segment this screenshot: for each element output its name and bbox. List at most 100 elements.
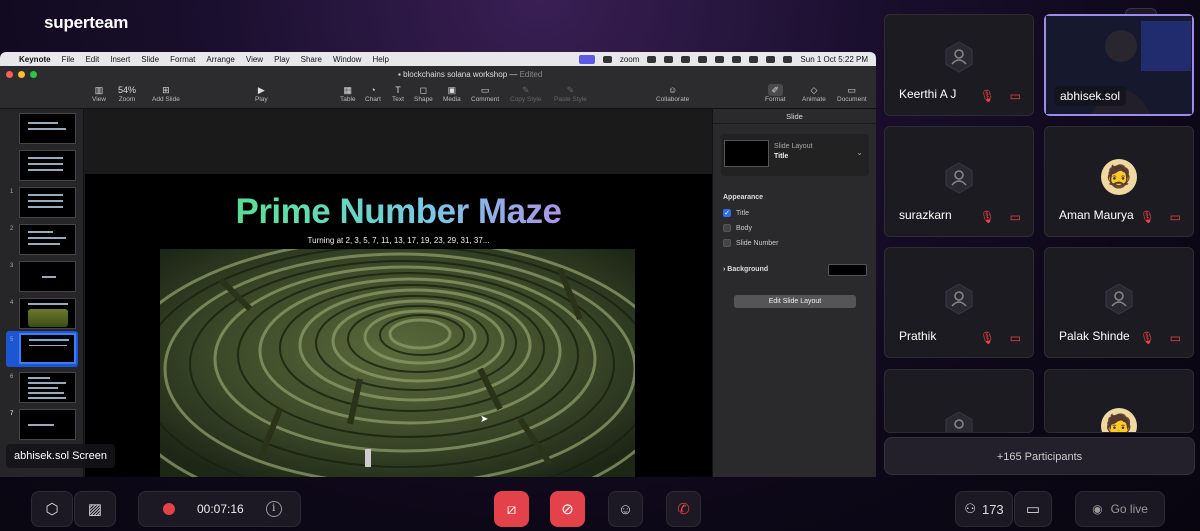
status-icon[interactable] [602, 55, 612, 63]
menu-help[interactable]: Help [372, 55, 388, 64]
slide-thumbnail-9[interactable] [19, 409, 76, 440]
participant-tile[interactable]: 🧑 [1044, 369, 1194, 433]
more-participants-button[interactable]: +165 Participants [884, 437, 1195, 475]
battery-icon[interactable] [732, 55, 742, 63]
add-slide-label: Add Slide [152, 96, 180, 103]
menu-edit[interactable]: Edit [85, 55, 99, 64]
copy-style-button[interactable]: ✎ Copy Style [510, 84, 541, 103]
menu-format[interactable]: Format [170, 55, 195, 64]
menu-app-name[interactable]: Keynote [19, 55, 51, 64]
media-button[interactable]: ▣ Media [443, 84, 461, 103]
fullscreen-window-button[interactable] [30, 71, 37, 78]
shape-button[interactable]: ◻ Shape [414, 84, 433, 103]
slide-thumbnail-6[interactable] [19, 298, 76, 329]
menu-arrange[interactable]: Arrange [206, 55, 234, 64]
paste-style-label: Paste Style [554, 96, 587, 103]
status-icon[interactable] [647, 55, 657, 63]
view-button[interactable]: ▥ View [92, 84, 106, 103]
control-center-icon[interactable] [783, 55, 793, 63]
participants-count-button[interactable]: ⚇ 173 [955, 491, 1013, 527]
moon-icon[interactable] [698, 55, 708, 63]
participant-tile[interactable]: surazkarn 🎙 ▭ [884, 126, 1034, 237]
maze-illustration [160, 249, 635, 477]
emoji-avatar: 🧔 [1101, 159, 1137, 195]
info-icon[interactable]: i [265, 501, 282, 517]
participant-tile[interactable] [884, 369, 1034, 433]
current-slide[interactable]: Prime Number Maze Turning at 2, 3, 5, 7,… [85, 174, 712, 477]
table-button[interactable]: ▦ Table [340, 84, 356, 103]
headphones-icon[interactable] [715, 55, 725, 63]
slide-subtitle[interactable]: Turning at 2, 3, 5, 7, 11, 13, 17, 19, 2… [85, 236, 712, 245]
leave-call-button[interactable]: ✆ [666, 491, 701, 527]
participant-tile[interactable]: Palak Shinde 🎙 ▭ [1044, 247, 1194, 358]
emoji-avatar: 🧑 [1101, 408, 1137, 432]
record-dot-icon[interactable] [163, 503, 175, 515]
play-button[interactable]: ▶ Play [255, 84, 268, 103]
participant-tile[interactable]: 🧔 Aman Maurya 🎙 ▭ [1044, 126, 1194, 237]
wifi-icon[interactable] [749, 55, 759, 63]
reactions-button[interactable]: ☺ [608, 491, 643, 527]
image-button[interactable]: ▨ [74, 491, 116, 527]
slide-thumbnail-4[interactable] [19, 224, 76, 255]
slide-thumbnail-2[interactable] [19, 150, 76, 181]
camera-off-icon: ▭ [1169, 331, 1181, 345]
edit-slide-layout-button[interactable]: Edit Slide Layout [734, 295, 856, 308]
layout-toggle-button[interactable]: ⬡ [31, 491, 73, 527]
paste-style-button[interactable]: ✎ Paste Style [554, 84, 587, 103]
zoom-button[interactable]: 54% Zoom [118, 84, 136, 103]
maze-image[interactable] [160, 249, 635, 477]
search-icon[interactable] [766, 55, 776, 63]
background-color-well[interactable] [828, 264, 867, 276]
animate-button[interactable]: ◇ Animate [802, 84, 826, 103]
go-live-button[interactable]: ◉ Go live [1075, 491, 1165, 527]
participant-tile[interactable]: Keerthi A J 🎙 ▭ [884, 14, 1034, 116]
slide-canvas[interactable]: Prime Number Maze Turning at 2, 3, 5, 7,… [85, 109, 712, 477]
status-icon[interactable] [664, 55, 674, 63]
status-icon[interactable] [681, 55, 691, 63]
close-window-button[interactable] [6, 71, 13, 78]
slide-title[interactable]: Prime Number Maze [85, 192, 712, 232]
camera-toggle-button[interactable]: ⧄ [494, 491, 529, 527]
participant-tile[interactable]: Prathik 🎙 ▭ [884, 247, 1034, 358]
document-button[interactable]: ▭ Document [837, 84, 867, 103]
zoom-status-item[interactable]: zoom [620, 55, 640, 64]
copy-style-label: Copy Style [510, 96, 542, 103]
minimize-window-button[interactable] [18, 71, 25, 78]
menu-play[interactable]: Play [274, 55, 290, 64]
chart-button[interactable]: ◔ Chart [365, 84, 381, 103]
slide-thumbnail-5[interactable] [19, 261, 76, 292]
slide-number-checkbox[interactable]: Slide Number [723, 239, 778, 247]
menu-view[interactable]: View [246, 55, 263, 64]
slide-thumbnail-1[interactable] [19, 113, 76, 144]
menu-window[interactable]: Window [333, 55, 361, 64]
slide-thumbnail-7[interactable] [19, 333, 76, 364]
animate-label: Animate [802, 96, 826, 103]
slide-number: 5 [10, 337, 14, 343]
inspector-tab-slide[interactable]: Slide [713, 109, 876, 124]
menu-insert[interactable]: Insert [110, 55, 130, 64]
screen-share-status-icon[interactable] [578, 54, 595, 64]
menu-file[interactable]: File [62, 55, 75, 64]
brush-icon: ✎ [566, 85, 575, 95]
slide-thumbnail-3[interactable] [19, 187, 76, 218]
slide-layout-picker[interactable]: Slide Layout Title ⌄ [721, 134, 869, 176]
comment-button[interactable]: ▭ Comment [471, 84, 499, 103]
participant-video-tile[interactable]: abhisek.sol [1044, 14, 1194, 116]
chevron-down-icon[interactable]: ⌄ [856, 148, 863, 157]
mic-toggle-button[interactable]: ⊘ [550, 491, 585, 527]
table-label: Table [340, 96, 356, 103]
menu-slide[interactable]: Slide [141, 55, 159, 64]
slide-number: 4 [10, 300, 14, 306]
format-button[interactable]: ✐ Format [765, 84, 786, 103]
participant-name: Keerthi A J [899, 87, 957, 101]
background-label: Background [727, 266, 769, 273]
background-disclosure[interactable]: › Background [723, 266, 768, 273]
collaborate-button[interactable]: ☺ Collaborate [656, 84, 689, 103]
add-slide-button[interactable]: ⊞ Add Slide [152, 84, 180, 103]
menu-share[interactable]: Share [301, 55, 322, 64]
chat-button[interactable]: ▭ [1014, 491, 1052, 527]
slide-thumbnail-8[interactable] [19, 372, 76, 403]
body-checkbox[interactable]: Body [723, 224, 752, 232]
text-button[interactable]: T Text [392, 84, 404, 103]
title-checkbox[interactable]: ✓ Title [723, 209, 749, 217]
